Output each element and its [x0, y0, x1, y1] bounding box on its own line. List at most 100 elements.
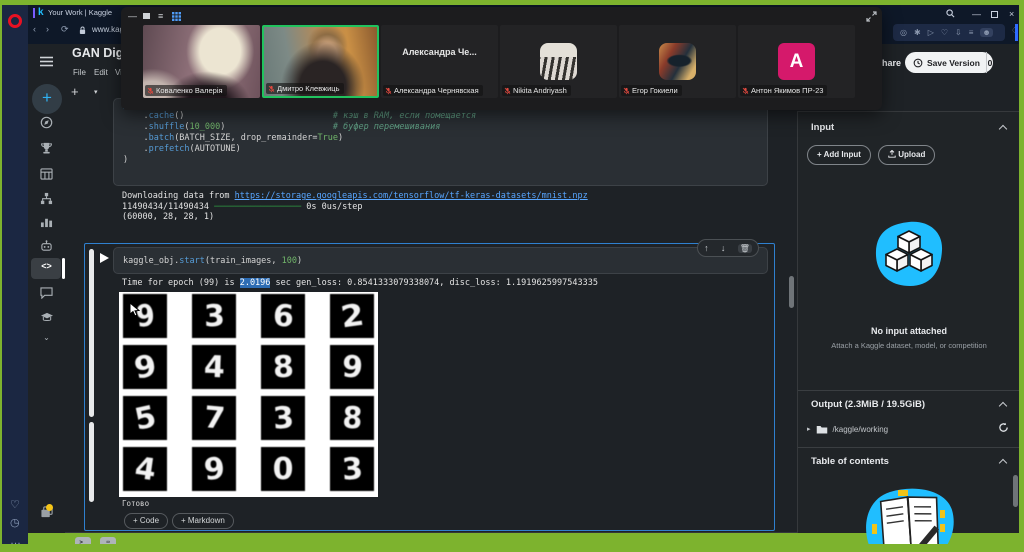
ext-paw-icon[interactable]: ✱ [914, 28, 921, 37]
profile-icon[interactable]: ☻ [980, 28, 992, 37]
models-icon[interactable] [28, 192, 65, 210]
cell-drag-handle[interactable] [89, 249, 94, 417]
input-section-title: Input [811, 122, 834, 133]
cell-drag-handle[interactable] [89, 422, 94, 502]
participant-tile-name: Александра Че... [381, 47, 498, 57]
panel-scrollbar[interactable] [1013, 475, 1018, 507]
participant-name-label: Антон Якимов ПР-23 [740, 85, 827, 96]
back-icon[interactable]: ‹ [33, 24, 36, 34]
participant-tile[interactable]: AАнтон Якимов ПР-23 [738, 25, 855, 98]
expand-arrow-icon[interactable]: ▸ [807, 425, 811, 433]
generated-digit-image: 3 [330, 447, 374, 491]
muted-mic-icon [385, 87, 392, 95]
search-icon[interactable] [946, 9, 955, 18]
participant-tile[interactable]: Nikita Andriyash [500, 25, 617, 98]
generated-digits-figure: 9362948957384903 [119, 292, 378, 497]
ext-heart-icon[interactable]: ♡ [941, 28, 948, 37]
code-icon[interactable]: <> [28, 261, 65, 271]
notebook-right-panel: Input + Add Input Upload No input attach… [797, 111, 1019, 533]
participant-name-label: Егор Гокиели [621, 85, 682, 96]
participant-name-label: Александра Чернявская [383, 85, 483, 96]
overlay-grid-view-icon[interactable] [172, 12, 181, 21]
move-cell-up-icon[interactable]: ↑ [704, 243, 709, 253]
ext-record-icon[interactable]: ◎ [900, 28, 907, 37]
no-input-title: No input attached [798, 326, 1020, 336]
generated-digit-image: 8 [261, 345, 305, 389]
bookmarks-heart-icon[interactable]: ♡ [10, 500, 20, 511]
participant-name-label: Коваленко Валерія [145, 85, 227, 96]
notebook-scrollbar[interactable] [789, 276, 794, 308]
history-clock-icon[interactable]: ◷ [10, 518, 20, 529]
opera-logo-icon[interactable] [8, 14, 22, 28]
code-cell-2-editor-box[interactable]: kaggle_obj.start(train_images, 100) [113, 247, 768, 274]
add-markdown-button[interactable]: + Markdown [172, 513, 234, 529]
folder-icon [816, 424, 828, 434]
reload-icon[interactable]: ⟳ [61, 24, 69, 35]
participant-tile[interactable]: Дмитро Клевжиць [262, 25, 379, 98]
ext-play-icon[interactable]: ▷ [928, 28, 934, 37]
code-cell-1[interactable]: tf.data.Dataset.from_tensor_slices(data)… [113, 98, 768, 186]
forward-icon[interactable]: › [46, 24, 49, 34]
restore-icon[interactable] [991, 11, 998, 18]
section-divider [798, 390, 1020, 391]
datasets-icon[interactable] [28, 167, 65, 185]
output-working-dir-row[interactable]: ▸ /kaggle/working [807, 424, 888, 434]
add-input-button[interactable]: + Add Input [807, 145, 871, 165]
hamburger-menu-icon[interactable] [28, 54, 65, 72]
add-code-button[interactable]: + Code [124, 513, 168, 529]
generated-digit-image: 0 [261, 447, 305, 491]
generated-digit-image: 9 [330, 345, 374, 389]
browser-tab[interactable]: Your Work | Kaggle [48, 8, 112, 17]
participant-name-label: Nikita Andriyash [502, 85, 571, 96]
kaggle-favicon: k [38, 7, 44, 18]
minimize-icon[interactable]: — [972, 9, 981, 19]
sidebar-toggle-highlight [1015, 24, 1018, 41]
output-collapse-icon[interactable] [999, 402, 1007, 410]
input-collapse-icon[interactable] [999, 125, 1007, 133]
upload-button[interactable]: Upload [878, 145, 935, 165]
cell-1-output: Downloading data from https://storage.go… [122, 191, 588, 223]
participant-tile[interactable]: Егор Гокиели [619, 25, 736, 98]
ext-download-icon[interactable]: ⇩ [955, 28, 962, 37]
generated-digit-image: 7 [192, 396, 236, 440]
code-cell-2-selected[interactable]: kaggle_obj.start(train_images, 100) ↑ ↓ … [84, 243, 775, 531]
close-icon[interactable]: × [1009, 9, 1014, 19]
overlay-view-icon[interactable] [143, 13, 150, 19]
refresh-output-icon[interactable] [998, 422, 1009, 433]
overlay-expand-icon[interactable] [866, 11, 877, 22]
working-dir-path[interactable]: /kaggle/working [833, 425, 889, 434]
move-cell-down-icon[interactable]: ↓ [721, 243, 726, 253]
extensions-bar: ◎ ✱ ▷ ♡ ⇩ ≡ ☻ [893, 24, 1005, 41]
overlay-list-view-icon[interactable]: ≡ [158, 11, 163, 21]
competitions-trophy-icon[interactable] [28, 142, 65, 160]
screenshare-border-left [0, 0, 2, 552]
ext-settings-icon[interactable]: ≡ [969, 28, 974, 37]
menu-edit[interactable]: Edit [94, 68, 108, 77]
overlay-minimize-icon[interactable]: — [128, 11, 137, 21]
save-version-button[interactable]: Save Version 0 [905, 52, 993, 73]
discussions-icon[interactable] [28, 286, 65, 304]
generated-digit-image: 9 [123, 345, 167, 389]
toc-notebook-illustration [860, 484, 960, 552]
add-cell-caret-icon[interactable]: ▾ [94, 88, 98, 96]
section-divider [798, 447, 1020, 448]
create-button[interactable]: + [32, 84, 62, 114]
agents-robot-icon[interactable] [28, 239, 65, 257]
learn-icon[interactable] [28, 310, 65, 328]
participant-name-label: Дмитро Клевжиць [266, 83, 344, 94]
explore-icon[interactable] [28, 116, 65, 134]
more-chevron-icon[interactable]: ⌄ [28, 333, 65, 342]
version-count[interactable]: 0 [987, 58, 993, 68]
toc-collapse-icon[interactable] [999, 459, 1007, 467]
benchmarks-icon[interactable] [28, 215, 65, 233]
muted-mic-icon [504, 87, 511, 95]
participant-tile[interactable]: Коваленко Валерія [143, 25, 260, 98]
run-cell-icon[interactable] [100, 253, 109, 263]
video-call-overlay[interactable]: — ≡ Коваленко Валерія Дмитро Клевжиць Алек… [121, 7, 882, 110]
delete-cell-icon[interactable]: 🗑 [738, 244, 752, 253]
menu-file[interactable]: File [73, 68, 86, 77]
screenshare-border-top [0, 0, 1024, 5]
add-cell-icon[interactable]: + [71, 84, 79, 99]
code-cell-2-editor[interactable]: kaggle_obj.start(train_images, 100) [114, 248, 767, 267]
participant-tile[interactable]: Александра Че... Александра Чернявская [381, 25, 498, 98]
